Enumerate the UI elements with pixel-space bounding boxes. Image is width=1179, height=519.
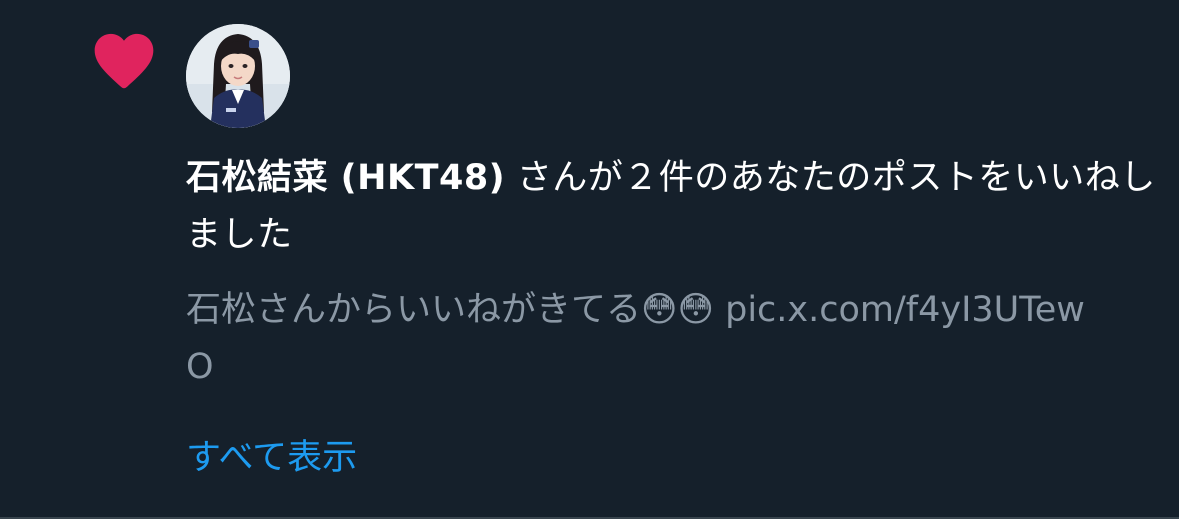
- heart-icon: [94, 33, 154, 89]
- notification-content: 石松結菜 (HKT48) さんが２件のあなたのポストをいいねしました 石松さんか…: [186, 150, 1161, 487]
- user-name-link[interactable]: 石松結菜 (HKT48): [186, 158, 505, 198]
- post-preview-text[interactable]: 石松さんからいいねがきてる😳😳 pic.x.com/f4yI3UTewO: [186, 282, 1086, 396]
- avatar[interactable]: [186, 24, 290, 128]
- show-all-link[interactable]: すべて表示: [186, 430, 357, 487]
- like-notification[interactable]: 石松結菜 (HKT48) さんが２件のあなたのポストをいいねしました 石松さんか…: [0, 0, 1179, 519]
- notification-headline: 石松結菜 (HKT48) さんが２件のあなたのポストをいいねしました: [186, 150, 1161, 264]
- profile-photo: [186, 24, 290, 128]
